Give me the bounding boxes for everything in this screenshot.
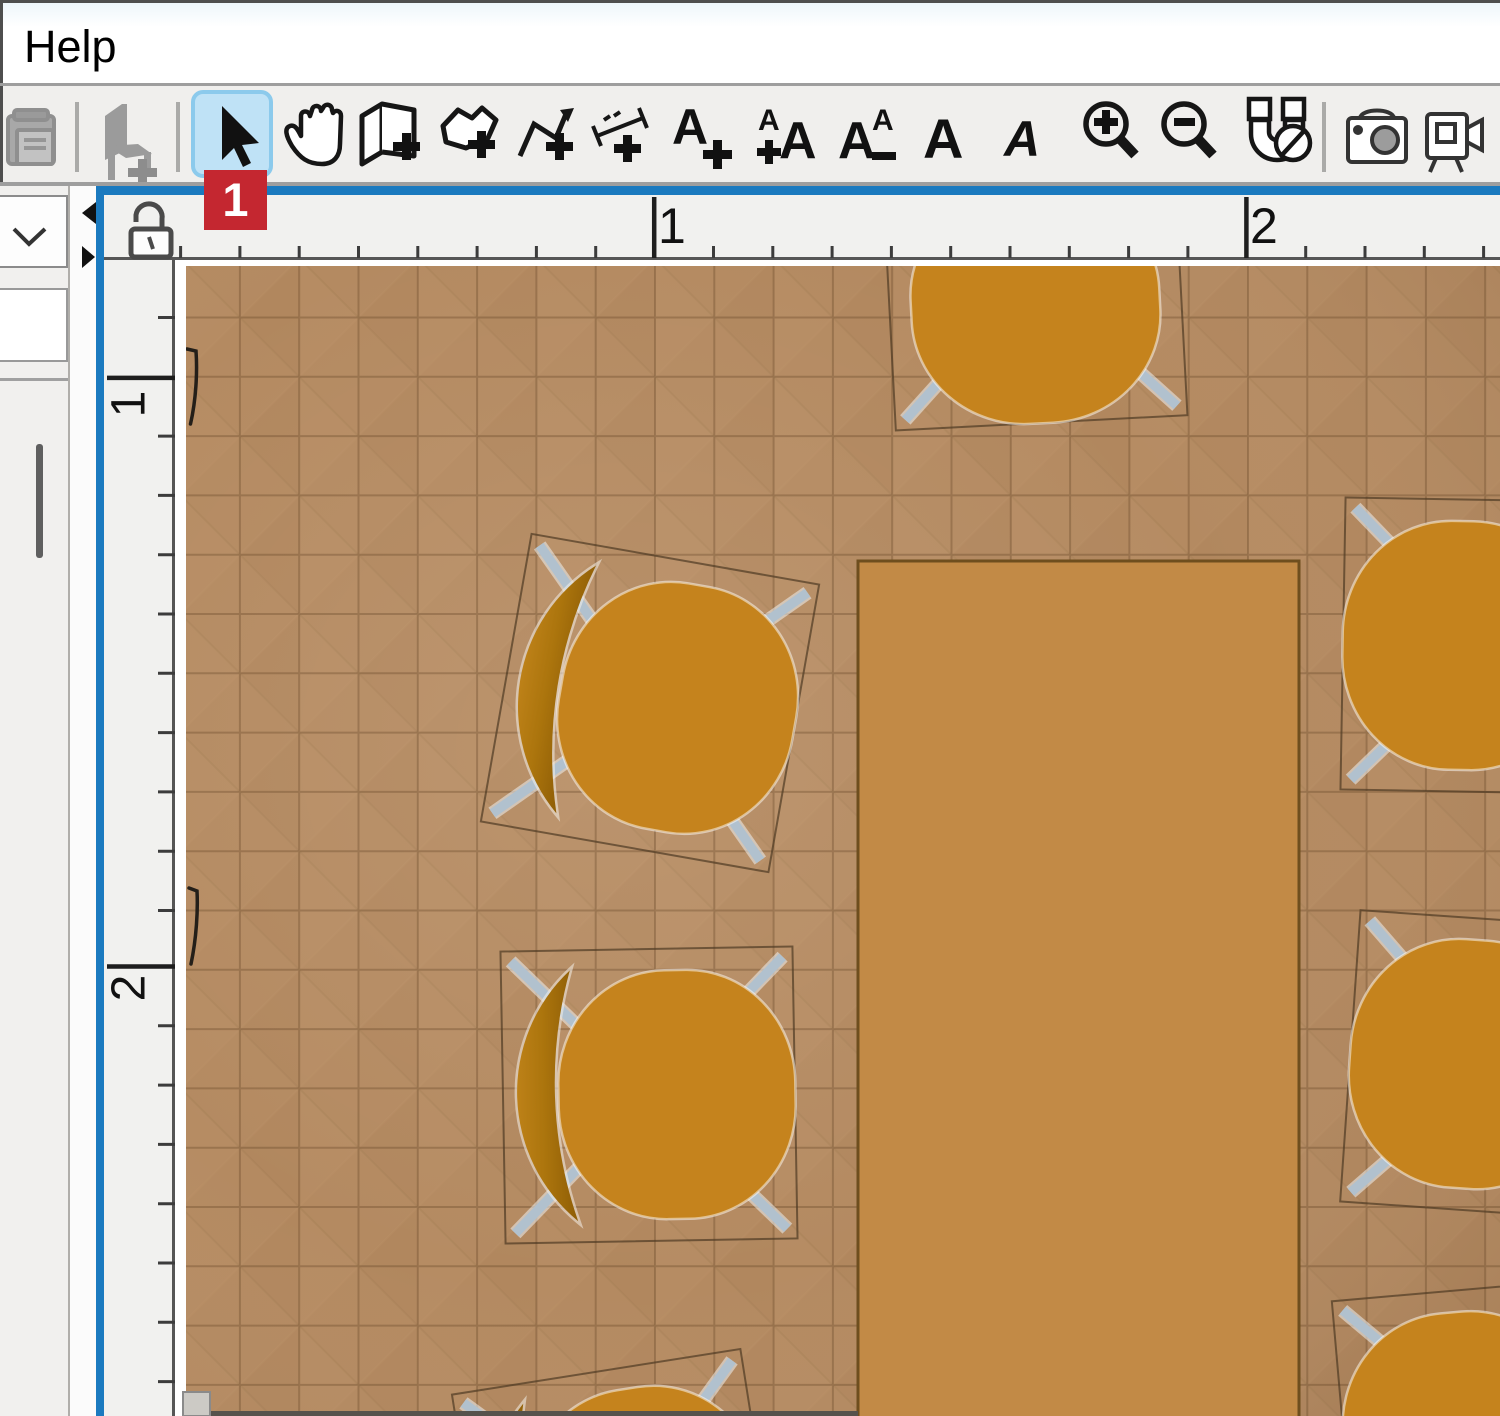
svg-text:A: A [1002,111,1040,167]
svg-text:A: A [923,107,963,170]
svg-text:A: A [872,104,894,137]
svg-text:A: A [779,112,817,170]
svg-text:A: A [758,104,780,137]
svg-text:2: 2 [1250,198,1278,254]
svg-text:2: 2 [104,975,156,1002]
svg-text:1: 1 [104,391,156,418]
svg-text:A: A [838,112,876,170]
svg-text:1: 1 [658,198,686,254]
svg-text:A: A [672,99,708,155]
